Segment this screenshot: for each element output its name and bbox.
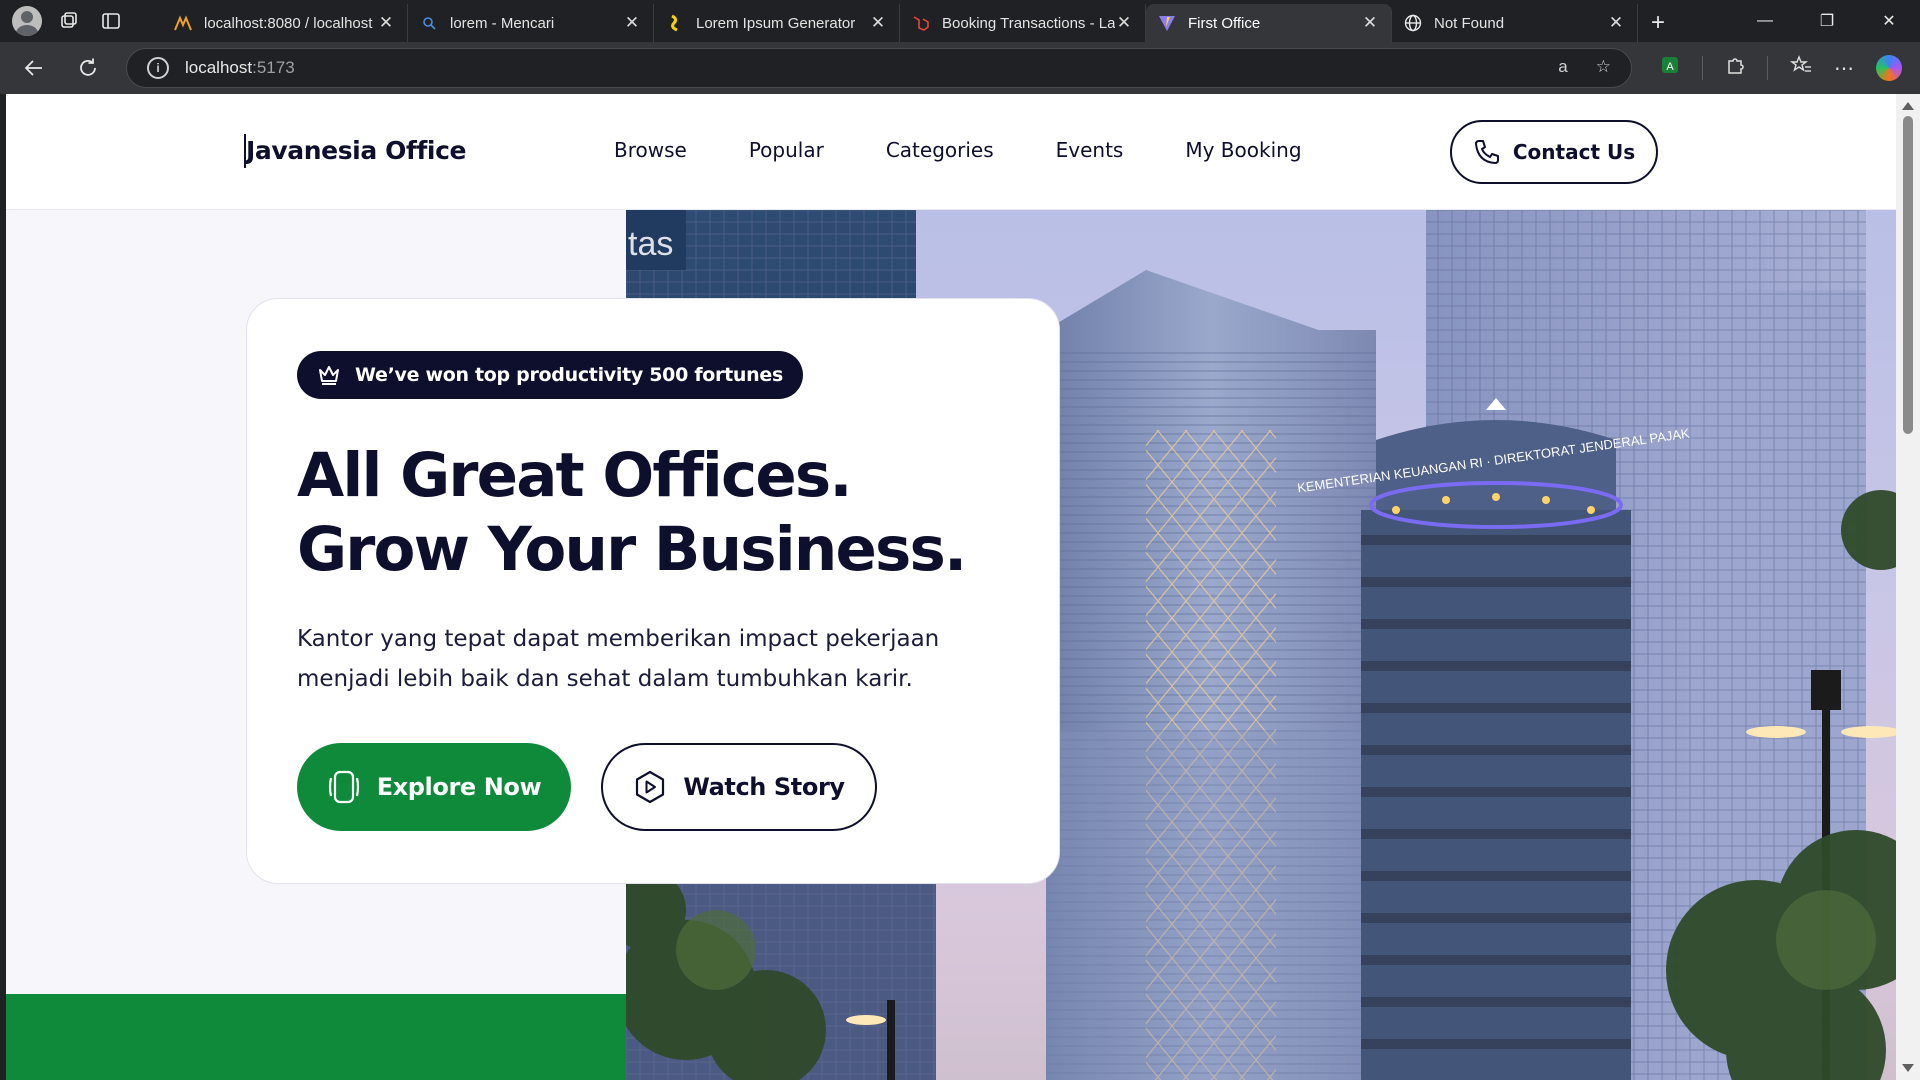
hero-card: We’ve won top productivity 500 fortunes …: [246, 298, 1060, 884]
explore-now-label: Explore Now: [376, 773, 542, 801]
tab-actions-icon[interactable]: [90, 0, 132, 42]
extension-translator-icon[interactable]: A: [1660, 55, 1680, 81]
reload-icon[interactable]: [68, 48, 108, 88]
browser-tab-bar: localhost:8080 / localhost ✕ lorem - Men…: [0, 0, 1920, 42]
tab-booking-transactions[interactable]: Booking Transactions - La ✕: [900, 4, 1146, 42]
nav-events[interactable]: Events: [1056, 138, 1124, 162]
tab-first-office[interactable]: First Office ✕: [1146, 4, 1392, 42]
crown-icon: [319, 366, 339, 385]
site-header: Javanesia Office Browse Popular Categori…: [6, 94, 1896, 210]
browser-address-bar: i localhost:5173 a ☆ A ⋯: [0, 42, 1920, 94]
tab-label: lorem - Mencari: [450, 14, 555, 32]
tab-close-icon[interactable]: ✕: [623, 13, 641, 33]
tab-search[interactable]: lorem - Mencari ✕: [408, 4, 654, 42]
window-controls: — ❐ ✕: [1734, 0, 1920, 42]
award-badge-text: We’ve won top productivity 500 fortunes: [355, 364, 783, 386]
contact-us-button[interactable]: Contact Us: [1450, 120, 1658, 184]
tab-label: Not Found: [1434, 14, 1505, 32]
nav-my-booking[interactable]: My Booking: [1185, 138, 1301, 162]
hero-headline: All Great Offices. Grow Your Business.: [297, 439, 967, 587]
search-icon: [420, 14, 438, 32]
site-info-icon[interactable]: i: [147, 57, 169, 79]
url-input[interactable]: i localhost:5173 a ☆: [126, 48, 1632, 88]
url-text: localhost:5173: [185, 58, 295, 78]
scrollbar-thumb[interactable]: [1903, 116, 1913, 434]
tab-close-icon[interactable]: ✕: [1115, 13, 1133, 33]
tab-lorem-generator[interactable]: Lorem Ipsum Generator ✕: [654, 4, 900, 42]
tab-not-found[interactable]: Not Found ✕: [1392, 4, 1638, 42]
workspaces-icon[interactable]: [48, 0, 90, 42]
nav-browse[interactable]: Browse: [614, 138, 687, 162]
play-icon: [636, 770, 665, 804]
more-options-icon[interactable]: ⋯: [1834, 56, 1854, 81]
page-scrollbar[interactable]: [1896, 94, 1920, 1080]
extensions-puzzle-icon[interactable]: [1725, 55, 1745, 81]
tab-close-icon[interactable]: ✕: [377, 13, 395, 33]
tab-label: Booking Transactions - La: [942, 14, 1115, 32]
tab-strip: localhost:8080 / localhost ✕ lorem - Men…: [162, 0, 1678, 42]
favorites-icon[interactable]: [1789, 55, 1812, 81]
browser-toolbar: A ⋯: [1660, 48, 1902, 88]
toolbar-divider: [1702, 56, 1703, 80]
hero-headline-line-2: Grow Your Business.: [297, 514, 967, 585]
vite-icon: [1158, 14, 1176, 32]
laravel-icon: [912, 14, 930, 32]
restore-icon[interactable]: ❐: [1796, 0, 1858, 42]
tab-label: localhost:8080 / localhost: [204, 14, 373, 32]
translate-icon[interactable]: a: [1558, 57, 1567, 77]
nav-categories[interactable]: Categories: [886, 138, 994, 162]
tab-label: Lorem Ipsum Generator: [696, 14, 856, 32]
mobile-device-icon: [328, 770, 359, 804]
tab-close-icon[interactable]: ✕: [1607, 13, 1625, 33]
scroll-up-icon[interactable]: [1902, 102, 1914, 110]
contact-us-label: Contact Us: [1512, 140, 1636, 164]
scroll-down-icon[interactable]: [1902, 1064, 1914, 1072]
profile-avatar-icon[interactable]: [12, 6, 42, 36]
page-viewport: tas KEMENTERIAN KEUANGAN RI · DIREKTORAT…: [6, 94, 1896, 1080]
watch-story-button[interactable]: Watch Story: [601, 743, 877, 831]
phpmyadmin-icon: [174, 14, 192, 32]
svg-text:A: A: [1666, 61, 1674, 73]
hero-description: Kantor yang tepat dapat memberikan impac…: [297, 619, 977, 699]
hero-description-line-1: Kantor yang tepat dapat memberikan impac…: [297, 626, 940, 652]
new-tab-icon[interactable]: +: [1638, 4, 1678, 42]
nav-popular[interactable]: Popular: [749, 138, 824, 162]
url-port: :5173: [252, 58, 295, 77]
toolbar-divider: [1767, 56, 1768, 80]
green-accent-block: [6, 994, 626, 1080]
building-sign-partial: tas: [628, 225, 673, 263]
award-badge: We’ve won top productivity 500 fortunes: [297, 351, 803, 399]
phone-icon: [1474, 140, 1499, 164]
hero-headline-line-1: All Great Offices.: [297, 440, 853, 511]
generator-icon: [666, 14, 684, 32]
tab-close-icon[interactable]: ✕: [1361, 13, 1379, 33]
hero-description-line-2: menjadi lebih baik dan sehat dalam tumbu…: [297, 666, 913, 692]
close-window-icon[interactable]: ✕: [1858, 0, 1920, 42]
back-arrow-icon[interactable]: [14, 48, 54, 88]
tab-close-icon[interactable]: ✕: [869, 13, 887, 33]
url-host: localhost: [185, 58, 253, 77]
minimize-icon[interactable]: —: [1734, 0, 1796, 42]
globe-icon: [1404, 14, 1422, 32]
omnibox-actions: a ☆: [1558, 57, 1611, 77]
tab-phpmyadmin[interactable]: localhost:8080 / localhost ✕: [162, 4, 408, 42]
tab-label: First Office: [1188, 14, 1261, 32]
watch-story-label: Watch Story: [683, 773, 845, 801]
explore-now-button[interactable]: Explore Now: [297, 743, 571, 831]
copilot-icon[interactable]: [1876, 55, 1902, 81]
favorite-star-icon[interactable]: ☆: [1596, 57, 1611, 77]
main-nav: Browse Popular Categories Events My Book…: [614, 138, 1302, 162]
site-logo[interactable]: Javanesia Office: [246, 136, 466, 165]
